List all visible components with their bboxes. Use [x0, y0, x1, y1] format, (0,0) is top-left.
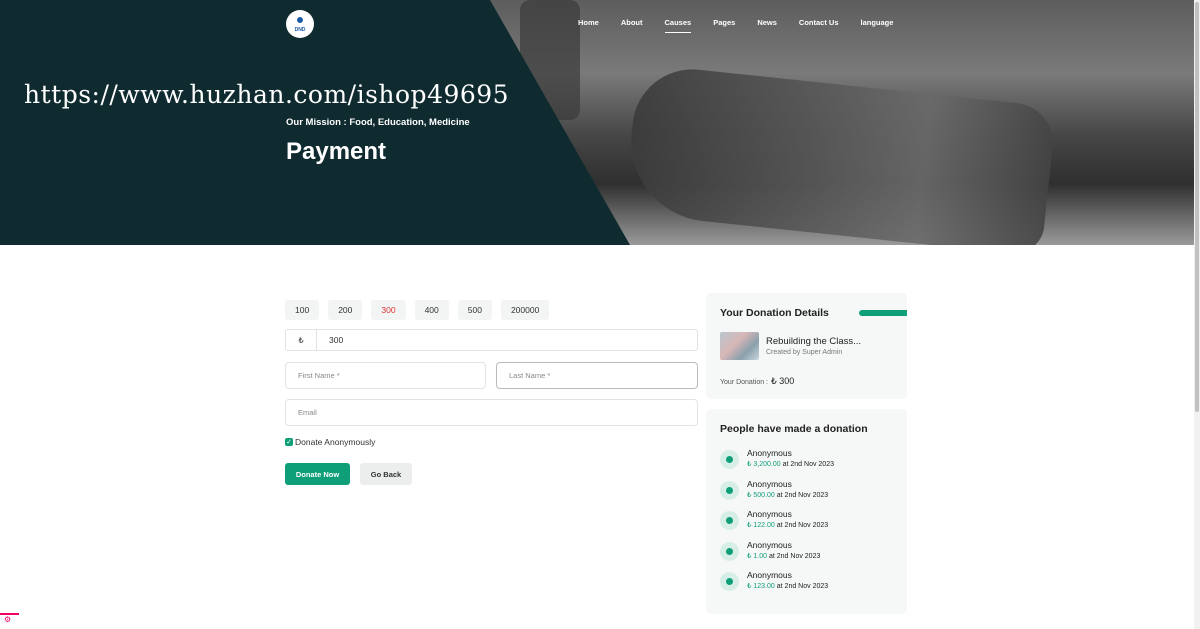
donor-avatar-icon: [720, 511, 739, 530]
donor-date: at 2nd Nov 2023: [782, 461, 834, 468]
amount-option[interactable]: 400: [414, 300, 449, 320]
nav-about[interactable]: About: [621, 18, 643, 27]
page-title: Payment: [286, 138, 387, 165]
donors-card: People have made a donation Anonymous ₺ …: [706, 409, 907, 614]
your-donation-amount: ₺ 300: [771, 376, 795, 386]
donor-amount: ₺ 3,200.00: [747, 461, 781, 468]
first-name-field[interactable]: First Name *: [285, 362, 486, 389]
mission-text: Our Mission : Food, Education, Medicine: [286, 117, 470, 128]
donor-name: Anonymous: [747, 540, 792, 550]
nav-pages[interactable]: Pages: [713, 18, 735, 27]
amount-option[interactable]: 200: [328, 300, 363, 320]
amount-option[interactable]: 100: [285, 300, 320, 320]
donor-avatar-icon: [720, 542, 739, 561]
donor-name: Anonymous: [747, 509, 792, 519]
donor-name: Anonymous: [747, 570, 792, 580]
donor-item: Anonymous ₺ 122.00 at 2nd Nov 2023: [720, 509, 828, 531]
nav-home[interactable]: Home: [578, 18, 599, 27]
donor-name: Anonymous: [747, 479, 792, 489]
nav-news[interactable]: News: [757, 18, 777, 27]
email-field[interactable]: Email: [285, 399, 698, 426]
amount-option[interactable]: 200000: [500, 300, 550, 320]
donor-amount: ₺ 500.00: [747, 492, 775, 499]
last-name-field[interactable]: Last Name *: [496, 362, 698, 389]
donor-date: at 2nd Nov 2023: [776, 522, 829, 529]
go-back-button[interactable]: Go Back: [360, 463, 412, 485]
checkbox-checked-icon[interactable]: ✓: [285, 438, 293, 446]
donors-heading: People have made a donation: [720, 423, 868, 435]
your-donation-row: Your Donation : ₺ 300: [720, 376, 794, 387]
amount-option[interactable]: 500: [457, 300, 492, 320]
nav-contact[interactable]: Contact Us: [799, 18, 839, 27]
donor-date: at 2nd Nov 2023: [768, 553, 821, 560]
site-logo[interactable]: DND: [286, 10, 314, 38]
donor-amount: ₺ 1.00: [747, 553, 768, 560]
amount-options: 100 200 300 400 500 200000: [285, 300, 558, 320]
amount-option-selected[interactable]: 300: [371, 300, 406, 320]
progress-bar: [859, 310, 907, 316]
anonymous-checkbox-row[interactable]: ✓ Donate Anonymously: [285, 437, 375, 447]
donation-details-card: Your Donation Details Rebuilding the Cla…: [706, 293, 907, 399]
donor-avatar-icon: [720, 572, 739, 591]
donate-now-button[interactable]: Donate Now: [285, 463, 350, 485]
watermark-text: https://www.huzhan.com/ishop49695: [24, 80, 510, 109]
donor-amount: ₺ 122.00: [747, 522, 775, 529]
logo-icon: [297, 17, 303, 23]
amount-input[interactable]: ₺ 300: [285, 329, 698, 351]
donor-date: at 2nd Nov 2023: [776, 492, 829, 499]
donor-item: Anonymous ₺ 1.00 at 2nd Nov 2023: [720, 540, 820, 562]
donor-avatar-icon: [720, 481, 739, 500]
nav-causes[interactable]: Causes: [664, 18, 691, 33]
hero-banner: [0, 0, 1194, 245]
details-heading: Your Donation Details: [720, 307, 829, 319]
scrollbar-thumb[interactable]: [1195, 2, 1199, 412]
cause-thumbnail[interactable]: [720, 332, 759, 360]
donor-avatar-icon: [720, 450, 739, 469]
debug-icon[interactable]: ⚙: [0, 613, 19, 627]
main-nav: Home About Causes Pages News Contact Us …: [578, 18, 915, 33]
anonymous-label: Donate Anonymously: [295, 437, 376, 447]
donor-item: Anonymous ₺ 500.00 at 2nd Nov 2023: [720, 479, 828, 501]
donor-item: Anonymous ₺ 3,200.00 at 2nd Nov 2023: [720, 448, 834, 470]
nav-language[interactable]: language: [861, 18, 894, 27]
donor-amount: ₺ 123.00: [747, 583, 775, 590]
donor-name: Anonymous: [747, 448, 792, 458]
donor-date: at 2nd Nov 2023: [776, 583, 829, 590]
donor-item: Anonymous ₺ 123.00 at 2nd Nov 2023: [720, 570, 828, 592]
cause-title[interactable]: Rebuilding the Class...: [766, 336, 861, 347]
amount-value[interactable]: 300: [317, 335, 343, 345]
currency-symbol: ₺: [286, 330, 317, 350]
your-donation-label: Your Donation :: [720, 379, 768, 386]
cause-creator: Created by Super Admin: [766, 349, 843, 356]
